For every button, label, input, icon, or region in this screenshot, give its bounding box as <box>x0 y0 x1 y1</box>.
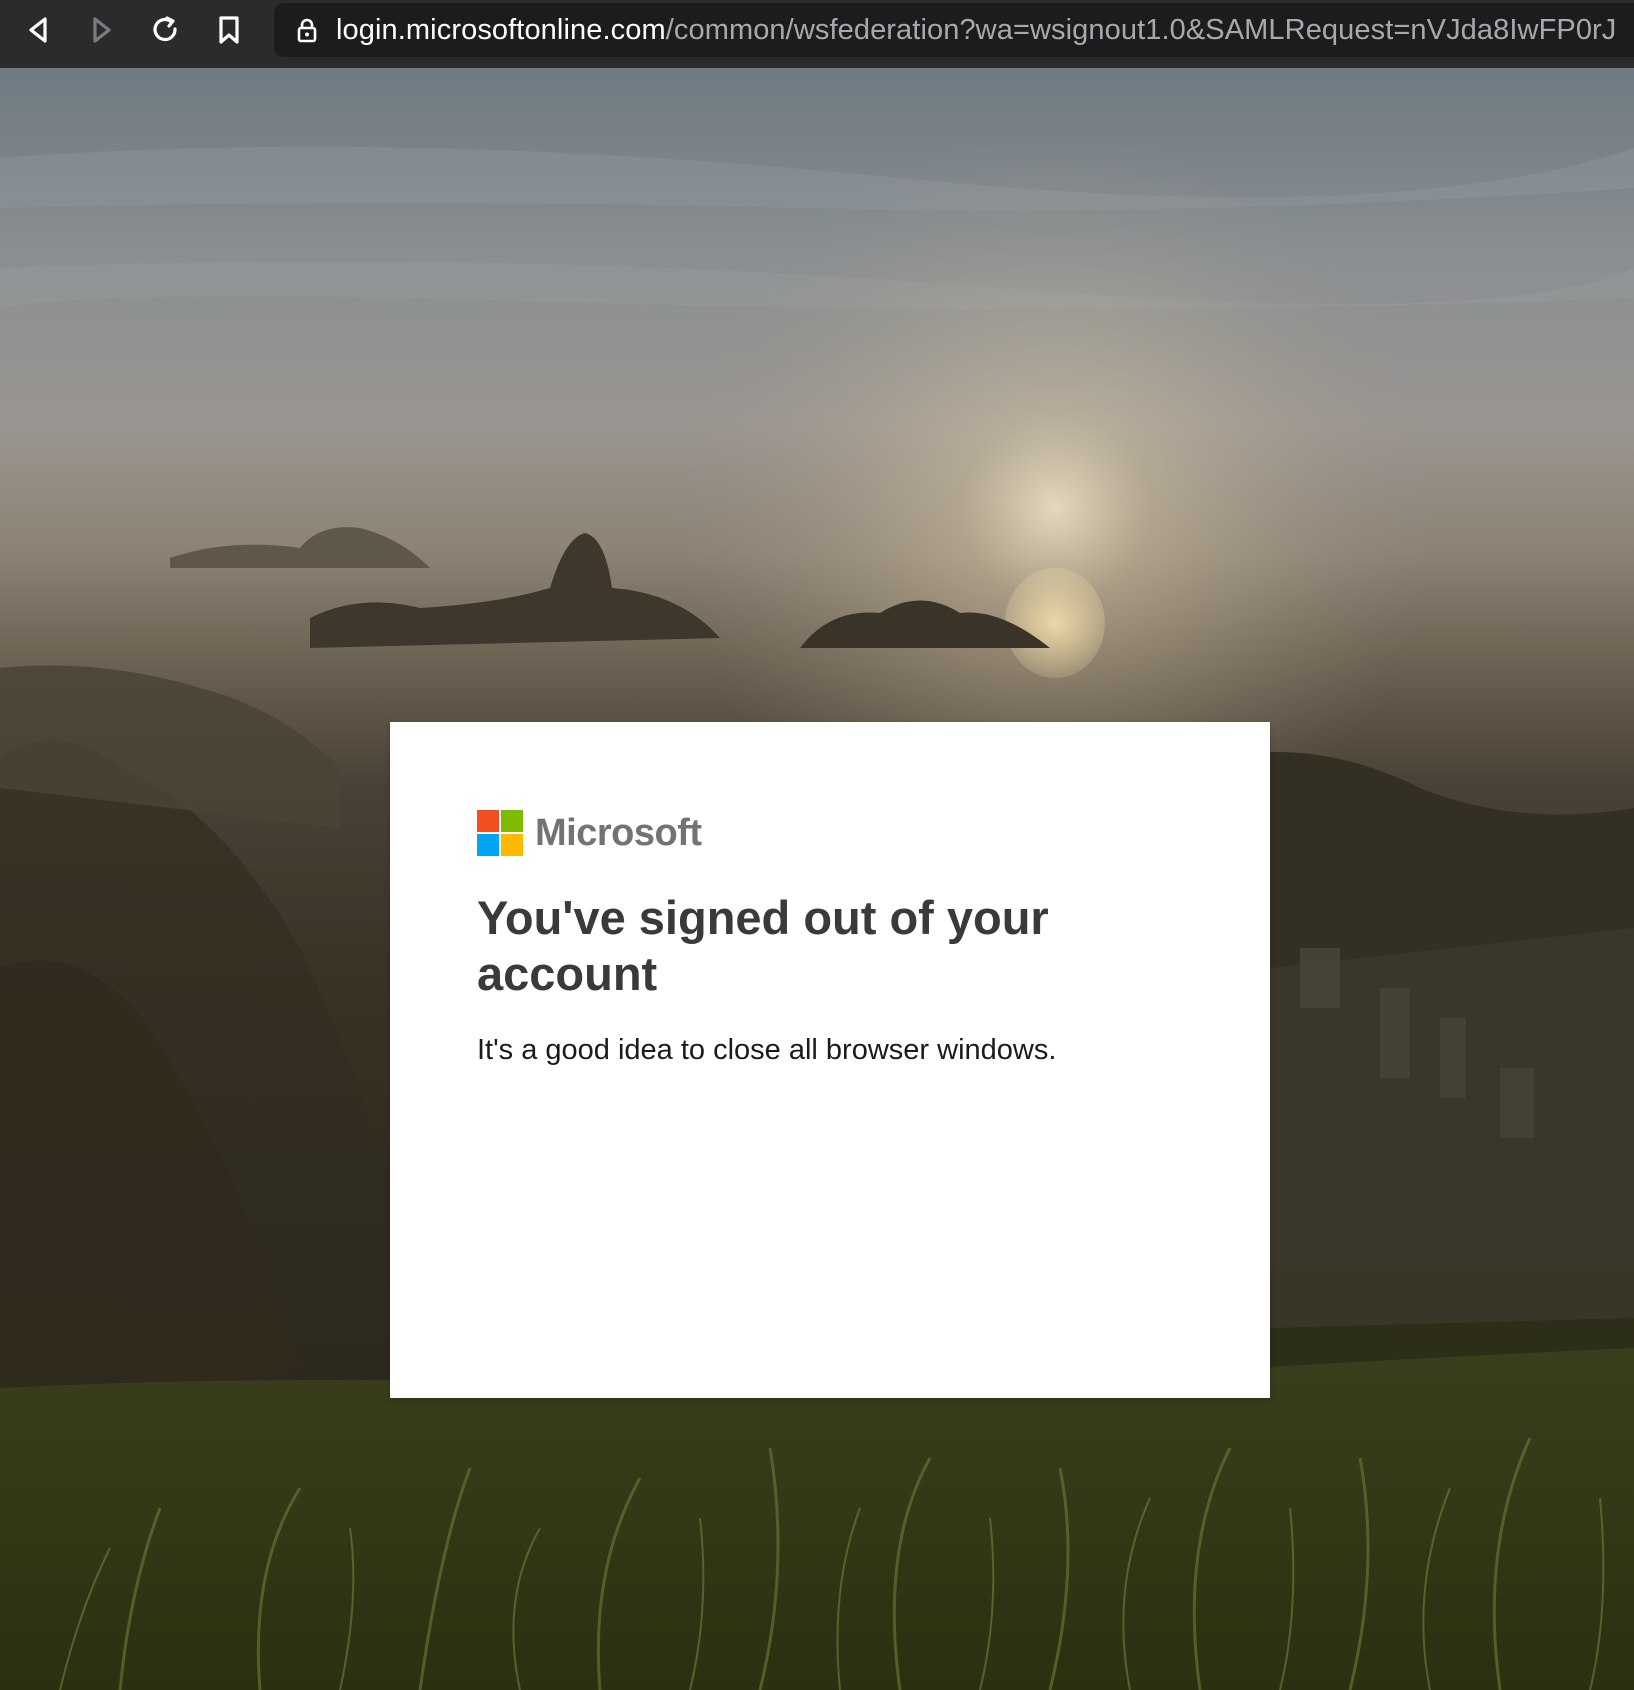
microsoft-logo-icon <box>477 810 523 856</box>
lock-icon <box>296 17 318 43</box>
microsoft-wordmark: Microsoft <box>535 811 702 854</box>
signout-message: It's a good idea to close all browser wi… <box>477 1034 1057 1066</box>
logo-square-green <box>501 810 523 832</box>
back-arrow-icon <box>29 17 47 43</box>
back-button[interactable] <box>14 8 62 52</box>
reload-button[interactable] <box>141 8 189 52</box>
reload-icon <box>153 16 177 42</box>
bookmark-icon <box>219 16 239 44</box>
logo-square-blue <box>477 834 499 856</box>
address-bar[interactable]: login.microsoftonline.com/common/wsfeder… <box>274 3 1634 57</box>
url-path: /common/wsfederation?wa=wsignout1.0&SAML… <box>665 13 1617 46</box>
forward-arrow-icon <box>93 17 111 43</box>
logo-square-yellow <box>501 834 523 856</box>
url-text: login.microsoftonline.com/common/wsfeder… <box>336 14 1616 47</box>
microsoft-logo: Microsoft <box>477 809 702 857</box>
page-background: Microsoft You've signed out of your acco… <box>0 68 1634 1690</box>
browser-toolbar: login.microsoftonline.com/common/wsfeder… <box>0 0 1634 68</box>
bookmark-button[interactable] <box>205 8 253 52</box>
forward-button[interactable] <box>78 8 126 52</box>
signout-card: Microsoft You've signed out of your acco… <box>390 722 1270 1398</box>
logo-square-red <box>477 810 499 832</box>
page-title: You've signed out of your account <box>477 891 1049 1000</box>
url-host: login.microsoftonline.com <box>336 13 666 46</box>
